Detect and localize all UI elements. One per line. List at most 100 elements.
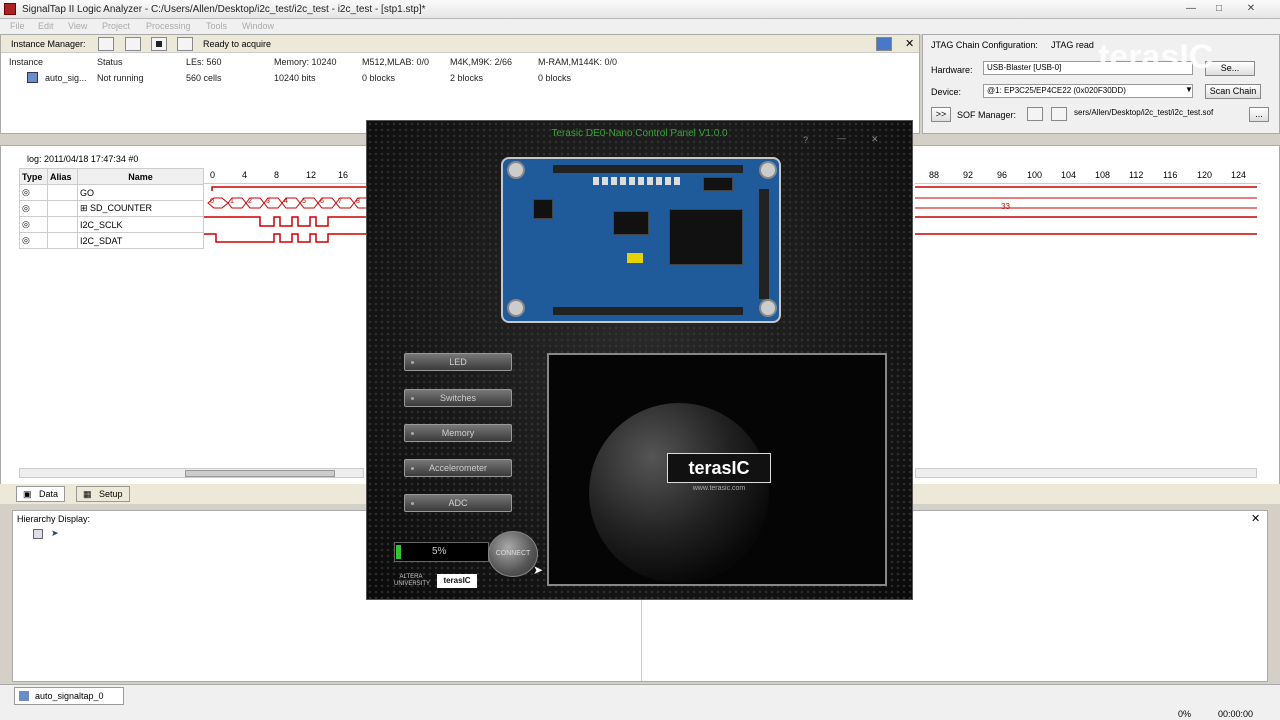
menu-file[interactable]: File	[10, 21, 25, 31]
instance-mram: 0 blocks	[538, 73, 572, 83]
instance-manager-label: Instance Manager:	[11, 39, 86, 49]
tick-label: 4	[242, 170, 248, 180]
data-icon: ▣	[23, 489, 32, 499]
col-m4k: M4K,M9K: 2/66	[450, 57, 513, 67]
browse-sof-button[interactable]: ...	[1249, 107, 1269, 122]
col-instance: Instance	[9, 57, 44, 67]
terasic-logo: terasIC	[667, 453, 771, 483]
instance-name[interactable]: auto_sig...	[45, 73, 87, 83]
expand-button[interactable]: >>	[931, 107, 951, 122]
counter-values: 0 1 2 3 4 5 6 7 8	[208, 198, 368, 210]
close-icon[interactable]: ✕	[871, 134, 879, 145]
col-memory: Memory: 10240	[274, 57, 337, 67]
minimize-icon[interactable]: —	[837, 133, 846, 143]
time-ruler-right: 88 92 96 100 104 108 112 116 120 124	[915, 168, 1261, 184]
acquire-status: Ready to acquire	[203, 39, 272, 49]
tick-label: 0	[210, 170, 216, 180]
menu-project[interactable]: Project	[102, 21, 130, 31]
device-select[interactable]: @1: EP3C25/EP4CE22 (0x020F30DD)	[983, 84, 1193, 98]
counter-value: 3	[266, 198, 270, 205]
connection-progress-bar: 5%	[394, 542, 489, 562]
tick-label: 88	[929, 170, 940, 180]
col-alias: Alias	[47, 168, 78, 185]
instance-les: 560 cells	[186, 73, 222, 83]
tab-data[interactable]: ▣ Data	[16, 486, 66, 502]
title-bar: SignalTap II Logic Analyzer - C:/Users/A…	[0, 0, 1280, 19]
stop-icon[interactable]	[151, 37, 167, 51]
progress-fill	[396, 545, 401, 559]
memory-button[interactable]: Memory	[404, 424, 512, 442]
window-title: SignalTap II Logic Analyzer - C:/Users/A…	[22, 4, 426, 15]
tick-label: 8	[274, 170, 280, 180]
menu-processing[interactable]: Processing	[146, 21, 191, 31]
program-device-icon[interactable]	[1027, 107, 1043, 121]
jtag-status: JTAG read	[1051, 40, 1094, 50]
hierarchy-title: Hierarchy Display:	[17, 514, 91, 524]
device-label: Device:	[931, 87, 962, 97]
led-button[interactable]: LED	[404, 353, 512, 371]
horizontal-scrollbar[interactable]	[19, 468, 364, 478]
setup-icon: ▦	[83, 489, 92, 499]
menu-edit[interactable]: Edit	[38, 21, 54, 31]
connect-button[interactable]: CONNECT	[488, 531, 538, 577]
adc-button[interactable]: ADC	[404, 494, 512, 512]
menu-view[interactable]: View	[68, 21, 87, 31]
chevron-down-icon[interactable]: ▼	[1185, 85, 1193, 94]
waveform-left	[204, 186, 369, 243]
autorun-analysis-icon[interactable]	[125, 37, 141, 51]
counter-value: 8	[356, 198, 360, 205]
counter-value: 4	[284, 198, 288, 205]
progress-percent: 0%	[1178, 709, 1192, 719]
hierarchy-arrow-icon: ➤	[51, 528, 59, 538]
close-button[interactable]: ✕	[1240, 2, 1262, 16]
signal-name: ⊞ SD_COUNTER	[77, 200, 204, 217]
menu-window[interactable]: Window	[242, 21, 274, 31]
mouse-cursor-icon: ➤	[533, 563, 544, 577]
signal-row[interactable]: ◎ ⊞ SD_COUNTER	[19, 200, 204, 217]
altera-university-logo: ALTERA UNIVERSITY	[394, 574, 431, 587]
sof-label: SOF Manager:	[957, 110, 1017, 120]
close-hierarchy-icon[interactable]: ✕	[1251, 512, 1260, 525]
log-label: log: 2011/04/18 17:47:34 #0	[27, 154, 139, 164]
help-icon[interactable]	[876, 37, 892, 51]
switches-button[interactable]: Switches	[404, 389, 512, 407]
instance-memory: 10240 bits	[274, 73, 316, 83]
instance-m512: 0 blocks	[362, 73, 396, 83]
signal-name: I2C_SDAT	[77, 232, 204, 249]
control-panel-window: Terasic DE0-Nano Control Panel V1.0.0 ? …	[366, 120, 913, 600]
minimize-button[interactable]: —	[1180, 2, 1202, 16]
col-type: Type	[19, 168, 48, 185]
counter-value: 2	[248, 198, 252, 205]
terasic-small-logo: terasIC	[437, 574, 477, 588]
scan-chain-button[interactable]: Scan Chain	[1205, 84, 1261, 99]
signal-row[interactable]: ◎ I2C_SCLK	[19, 216, 204, 233]
menu-bar: File Edit View Project Processing Tools …	[0, 19, 1280, 34]
hierarchy-checkbox[interactable]	[33, 529, 43, 539]
tick-label: 96	[997, 170, 1008, 180]
signal-name: GO	[77, 184, 204, 201]
help-icon[interactable]: ?	[803, 135, 808, 145]
menu-tools[interactable]: Tools	[206, 21, 227, 31]
run-analysis-icon[interactable]	[98, 37, 114, 51]
signal-row[interactable]: ◎ GO	[19, 184, 204, 201]
read-data-icon[interactable]	[177, 37, 193, 51]
terasic-url: www.terasic.com	[692, 485, 746, 492]
control-panel-title: Terasic DE0-Nano Control Panel V1.0.0	[551, 128, 728, 139]
tick-label: 116	[1163, 170, 1178, 180]
horizontal-scrollbar[interactable]	[915, 468, 1257, 478]
tick-label: 16	[338, 170, 349, 180]
counter-value: 1	[230, 198, 234, 205]
hardware-label: Hardware:	[931, 65, 973, 75]
close-panel-icon[interactable]: ✕	[905, 37, 914, 50]
tab-setup[interactable]: ▦ Setup	[76, 486, 130, 502]
tick-label: 112	[1129, 170, 1144, 180]
maximize-button[interactable]: □	[1208, 2, 1230, 16]
time-ruler-left: 0 4 8 12 16	[204, 168, 369, 184]
accelerometer-button[interactable]: Accelerometer	[404, 459, 512, 477]
signal-row[interactable]: ◎ I2C_SDAT	[19, 232, 204, 249]
status-bar: auto_signaltap_0 0% 00:00:00	[0, 684, 1280, 720]
tick-label: 108	[1095, 170, 1111, 180]
instance-tab[interactable]: auto_signaltap_0	[14, 687, 124, 705]
waveform-right	[915, 186, 1257, 235]
attach-file-icon[interactable]	[1051, 107, 1067, 121]
